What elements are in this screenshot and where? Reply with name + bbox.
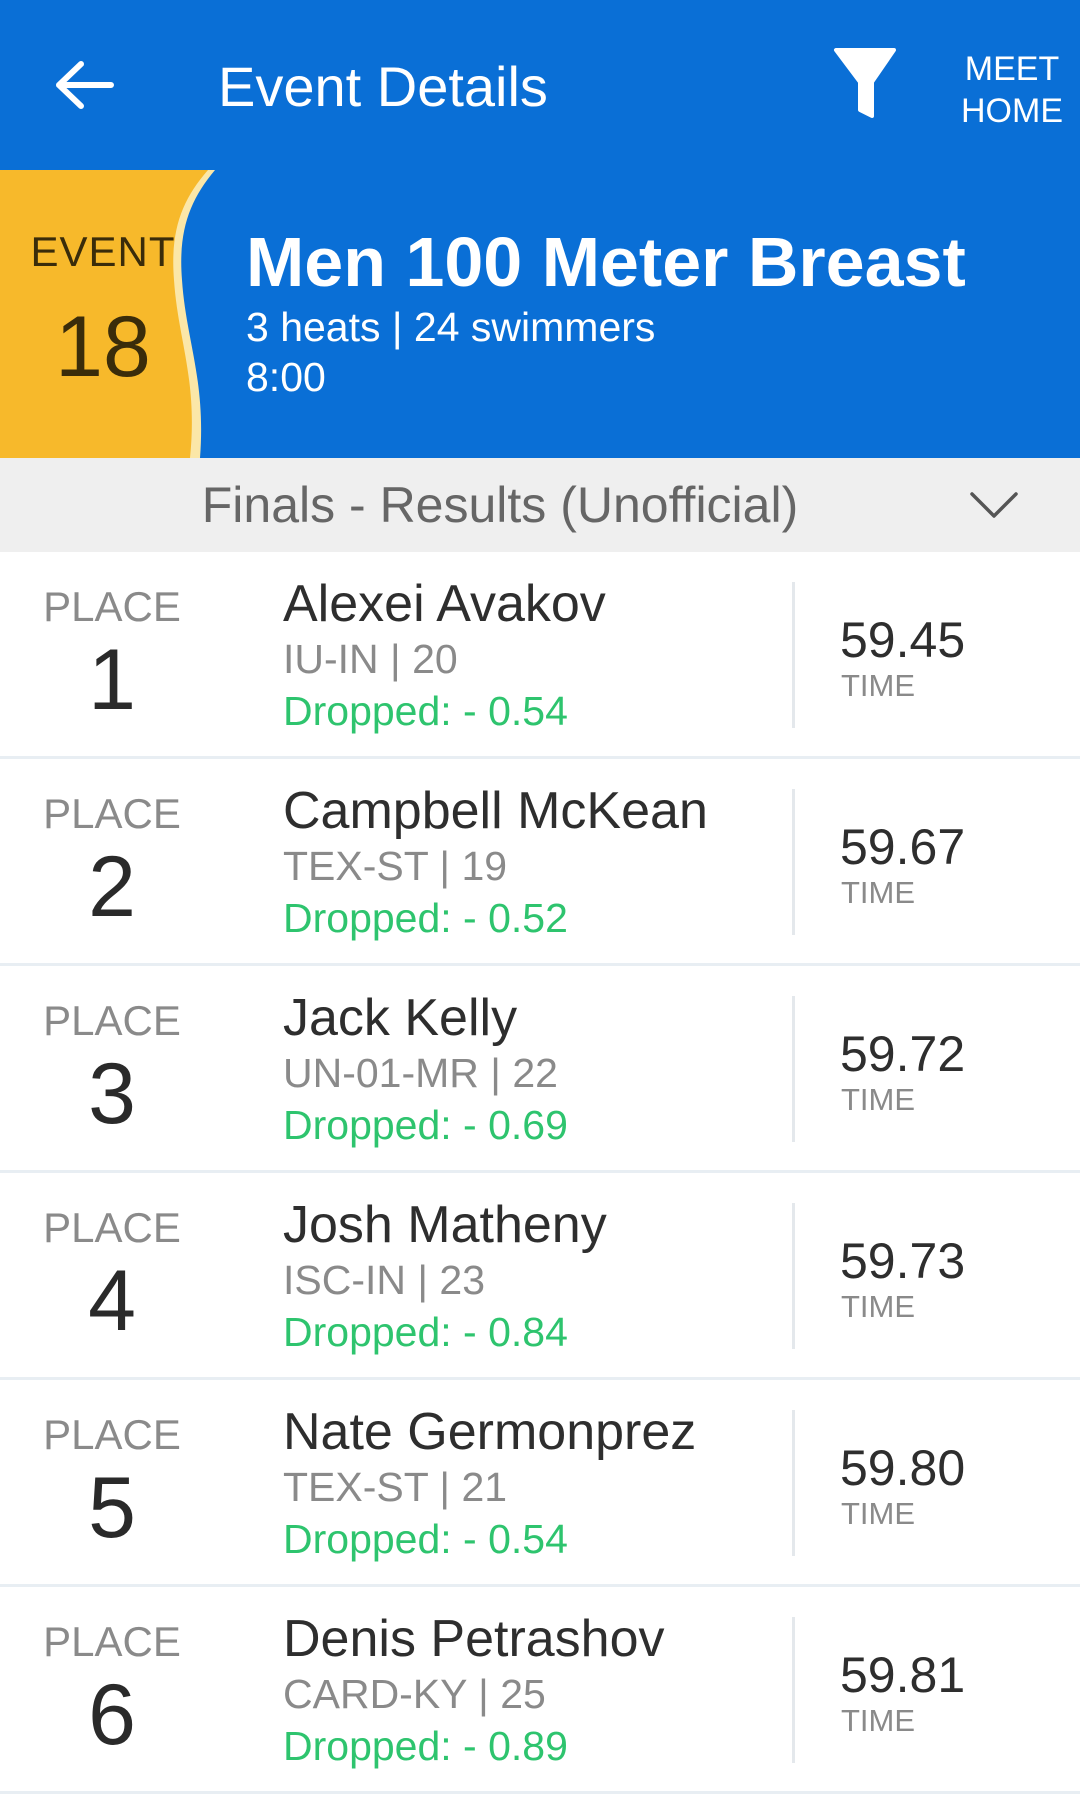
place-label: PLACE	[43, 1411, 181, 1458]
time-label: TIME	[841, 1703, 916, 1738]
row-divider	[792, 1203, 795, 1349]
swimmer-name: Alexei Avakov	[283, 575, 606, 633]
row-divider	[792, 1617, 795, 1763]
event-number-badge: EVENT 18	[0, 170, 220, 458]
place-number: 6	[88, 1667, 136, 1763]
time-label: TIME	[841, 1496, 916, 1531]
swimmer-name: Josh Matheny	[283, 1196, 607, 1254]
filter-button[interactable]	[832, 44, 898, 124]
session-selector-label: Finals - Results (Unofficial)	[201, 477, 799, 533]
swim-time: 59.80	[840, 1440, 966, 1496]
row-divider	[792, 1410, 795, 1556]
result-row[interactable]: PLACE 2 Campbell McKean TEX-ST | 19 Drop…	[0, 759, 1080, 966]
swimmer-name: Jack Kelly	[283, 989, 518, 1047]
event-time: 8:00	[246, 354, 326, 400]
meet-home-line2: HOME	[961, 92, 1063, 130]
result-row[interactable]: PLACE 5 Nate Germonprez TEX-ST | 21 Drop…	[0, 1380, 1080, 1587]
event-number: 18	[55, 299, 151, 395]
time-label: TIME	[841, 1289, 916, 1324]
swim-time: 59.73	[840, 1233, 966, 1289]
result-row[interactable]: PLACE 6 Denis Petrashov CARD-KY | 25 Dro…	[0, 1587, 1080, 1794]
place-label: PLACE	[43, 1204, 181, 1251]
swimmer-team-age: UN-01-MR | 22	[283, 1050, 558, 1096]
swim-time: 59.81	[840, 1647, 966, 1703]
session-selector[interactable]: Finals - Results (Unofficial)	[0, 458, 1080, 552]
place-label: PLACE	[43, 997, 181, 1044]
result-row[interactable]: PLACE 4 Josh Matheny ISC-IN | 23 Dropped…	[0, 1173, 1080, 1380]
arrow-left-icon	[56, 61, 114, 109]
event-name: Men 100 Meter Breast	[246, 223, 966, 301]
place-number: 2	[88, 839, 136, 935]
place-label: PLACE	[43, 1618, 181, 1665]
chevron-down-icon	[970, 492, 1018, 518]
back-button[interactable]	[50, 50, 120, 120]
swimmer-name: Denis Petrashov	[283, 1610, 665, 1668]
place-number: 4	[88, 1253, 136, 1349]
time-dropped: Dropped: - 0.89	[283, 1723, 568, 1769]
page-title: Event Details	[218, 55, 548, 118]
event-summary: 3 heats | 24 swimmers	[246, 304, 656, 350]
row-divider	[792, 789, 795, 935]
event-banner: EVENT 18 Men 100 Meter Breast 3 heats | …	[0, 170, 1080, 458]
row-divider	[792, 996, 795, 1142]
time-label: TIME	[841, 1082, 916, 1117]
place-number: 1	[88, 632, 136, 728]
result-row[interactable]: PLACE 1 Alexei Avakov IU-IN | 20 Dropped…	[0, 552, 1080, 759]
place-label: PLACE	[43, 790, 181, 837]
meet-home-line1: MEET	[964, 50, 1060, 88]
funnel-icon	[834, 48, 896, 118]
swimmer-name: Campbell McKean	[283, 782, 708, 840]
swim-time: 59.72	[840, 1026, 966, 1082]
time-dropped: Dropped: - 0.84	[283, 1309, 568, 1355]
meet-home-button[interactable]: MEET HOME	[952, 48, 1072, 132]
place-number: 3	[88, 1046, 136, 1142]
place-label: PLACE	[43, 583, 181, 630]
swim-time: 59.45	[840, 612, 966, 668]
top-app-bar: Event Details MEET HOME	[0, 0, 1080, 170]
place-number: 5	[88, 1460, 136, 1556]
event-label: EVENT	[30, 228, 176, 275]
results-list: PLACE 1 Alexei Avakov IU-IN | 20 Dropped…	[0, 552, 1080, 1794]
time-dropped: Dropped: - 0.69	[283, 1102, 568, 1148]
swimmer-name: Nate Germonprez	[283, 1403, 697, 1461]
time-label: TIME	[841, 875, 916, 910]
time-dropped: Dropped: - 0.52	[283, 895, 568, 941]
time-dropped: Dropped: - 0.54	[283, 688, 568, 734]
swim-time: 59.67	[840, 819, 966, 875]
time-label: TIME	[841, 668, 916, 703]
swimmer-team-age: CARD-KY | 25	[283, 1671, 546, 1717]
time-dropped: Dropped: - 0.54	[283, 1516, 568, 1562]
swimmer-team-age: TEX-ST | 21	[283, 1464, 508, 1510]
event-details-screen: Event Details MEET HOME EVENT 18 Men 100…	[0, 0, 1080, 1814]
result-row[interactable]: PLACE 3 Jack Kelly UN-01-MR | 22 Dropped…	[0, 966, 1080, 1173]
swimmer-team-age: ISC-IN | 23	[283, 1257, 486, 1303]
row-divider	[792, 582, 795, 728]
swimmer-team-age: TEX-ST | 19	[283, 843, 508, 889]
swimmer-team-age: IU-IN | 20	[283, 636, 458, 682]
